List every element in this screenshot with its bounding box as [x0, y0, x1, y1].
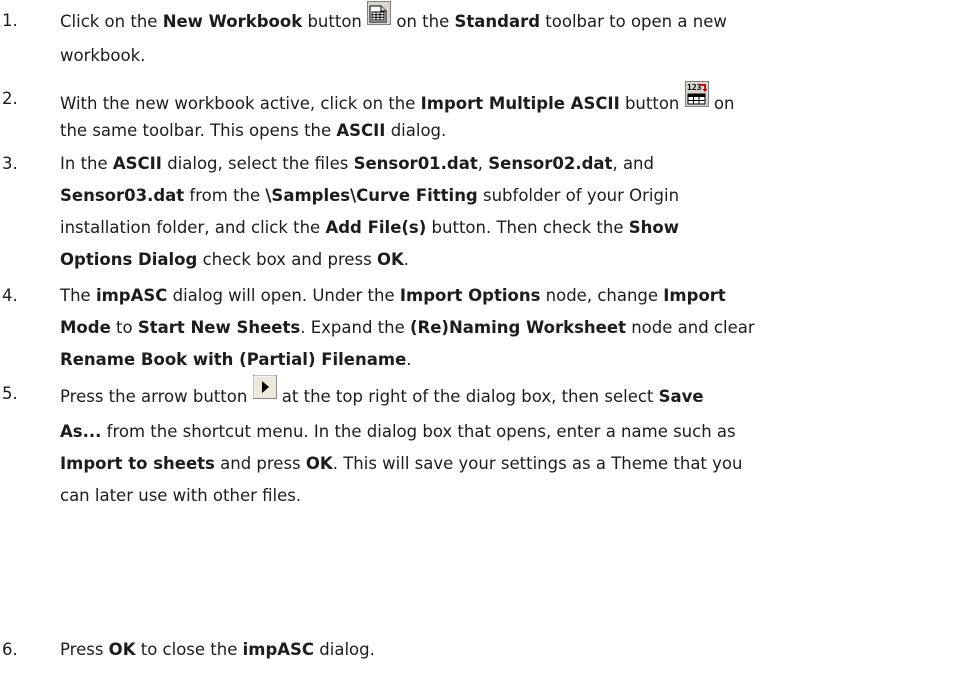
- import-multiple-ascii-icon[interactable]: 123: [684, 81, 709, 118]
- bold-term: Import to sheets: [60, 454, 215, 473]
- bold-term: Import Multiple ASCII: [420, 94, 620, 113]
- step-text-line: Click on the New Workbook button on the …: [60, 1, 960, 38]
- bold-term: ASCII: [336, 121, 386, 140]
- step-text: With the new workbook active, click on t…: [60, 81, 960, 147]
- step-text-line: With the new workbook active, click on t…: [60, 81, 960, 118]
- bold-term: Mode: [60, 318, 111, 337]
- step-text-line: As... from the shortcut menu. In the dia…: [60, 416, 960, 448]
- step-text-line: installation folder, and click the Add F…: [60, 212, 960, 244]
- text-run: node, change: [540, 286, 664, 305]
- bold-term: Standard: [454, 12, 541, 31]
- text-run: The: [60, 286, 96, 305]
- step-text: In the ASCII dialog, select the files Se…: [60, 148, 960, 276]
- text-run: dialog will open. Under the: [167, 286, 400, 305]
- text-run: button. Then check the: [426, 218, 629, 237]
- step-text-line: the same toolbar. This opens the ASCII d…: [60, 115, 960, 147]
- bold-term: \Samples\Curve Fitting: [265, 186, 478, 205]
- text-run: . Expand the: [300, 318, 410, 337]
- bold-term: Rename Book with (Partial) Filename: [60, 350, 407, 369]
- text-run: workbook.: [60, 46, 146, 65]
- text-run: Press: [60, 640, 109, 659]
- bold-term: Sensor01.dat: [353, 154, 478, 173]
- bold-term: OK: [305, 454, 333, 473]
- bold-term: Sensor02.dat: [488, 154, 613, 173]
- bold-term: impASC: [242, 640, 315, 659]
- text-run: dialog.: [385, 121, 447, 140]
- step-text-line: can later use with other files.: [60, 480, 960, 512]
- bold-term: ASCII: [112, 154, 162, 173]
- step-text-line: The impASC dialog will open. Under the I…: [60, 280, 960, 312]
- bold-term: As...: [60, 422, 102, 441]
- step-number: 3.: [2, 154, 18, 173]
- text-run: In the: [60, 154, 113, 173]
- step-text-line: Mode to Start New Sheets. Expand the (Re…: [60, 312, 960, 344]
- text-run: dialog.: [314, 640, 375, 659]
- step-text: Click on the New Workbook button on the …: [60, 1, 960, 73]
- step-number: 1.: [2, 11, 18, 30]
- step-number: 2.: [2, 89, 18, 108]
- step-number: 4.: [2, 286, 18, 305]
- text-run: the same toolbar. This opens the: [60, 121, 337, 140]
- text-run: button: [302, 12, 368, 31]
- text-run: installation folder, and click the: [60, 218, 326, 237]
- step-text-line: Press OK to close the impASC dialog.: [60, 634, 960, 666]
- step-text-line: workbook.: [60, 38, 960, 73]
- text-run: dialog, select the files: [161, 154, 354, 173]
- text-run: from the shortcut menu. In the dialog bo…: [101, 422, 736, 441]
- bold-term: impASC: [95, 286, 168, 305]
- text-run: Press the arrow button: [60, 387, 253, 406]
- arrow-button-icon[interactable]: [252, 375, 277, 413]
- text-run: ,: [477, 154, 489, 173]
- bold-term: OK: [108, 640, 136, 659]
- step-text-line: Rename Book with (Partial) Filename.: [60, 344, 960, 376]
- text-run: subfolder of your Origin: [477, 186, 680, 205]
- new-workbook-icon[interactable]: [367, 1, 392, 37]
- text-run: , and: [612, 154, 654, 173]
- text-run: to close the: [135, 640, 243, 659]
- text-run: on the: [391, 12, 455, 31]
- text-run: to: [110, 318, 138, 337]
- bold-term: Options Dialog: [60, 250, 198, 269]
- bold-term: (Re)Naming Worksheet: [409, 318, 626, 337]
- step-text: Press OK to close the impASC dialog.: [60, 634, 960, 666]
- bold-term: Import Options: [399, 286, 541, 305]
- bold-term: Save: [658, 387, 704, 406]
- step-text: The impASC dialog will open. Under the I…: [60, 280, 960, 376]
- step-text-line: Sensor03.dat from the \Samples\Curve Fit…: [60, 180, 960, 212]
- step-number: 6.: [2, 640, 18, 659]
- text-run: can later use with other files.: [60, 486, 302, 505]
- text-run: from the: [184, 186, 266, 205]
- text-run: Click on the: [60, 12, 163, 31]
- svg-text:123: 123: [687, 83, 702, 92]
- text-run: button: [619, 94, 685, 113]
- bold-term: OK: [376, 250, 404, 269]
- step-number: 5.: [2, 384, 18, 403]
- bold-term: Add File(s): [325, 218, 427, 237]
- text-run: With the new workbook active, click on t…: [60, 94, 421, 113]
- text-run: . This will save your settings as a Them…: [332, 454, 743, 473]
- bold-term: Start New Sheets: [137, 318, 301, 337]
- text-run: .: [406, 350, 412, 369]
- text-run: check box and press: [197, 250, 377, 269]
- bold-term: Sensor03.dat: [60, 186, 185, 205]
- bold-term: Show: [628, 218, 679, 237]
- text-run: on: [708, 94, 735, 113]
- bold-term: New Workbook: [162, 12, 303, 31]
- bold-term: Import: [663, 286, 726, 305]
- text-run: toolbar to open a new: [540, 12, 727, 31]
- step-text-line: Press the arrow button at the top right …: [60, 375, 960, 416]
- text-run: node and clear: [625, 318, 755, 337]
- text-run: and press: [214, 454, 306, 473]
- step-text-line: In the ASCII dialog, select the files Se…: [60, 148, 960, 180]
- step-text-line: Options Dialog check box and press OK.: [60, 244, 960, 276]
- text-run: .: [403, 250, 410, 269]
- step-text: Press the arrow button at the top right …: [60, 375, 960, 512]
- text-run: at the top right of the dialog box, then…: [276, 387, 659, 406]
- step-text-line: Import to sheets and press OK. This will…: [60, 448, 960, 480]
